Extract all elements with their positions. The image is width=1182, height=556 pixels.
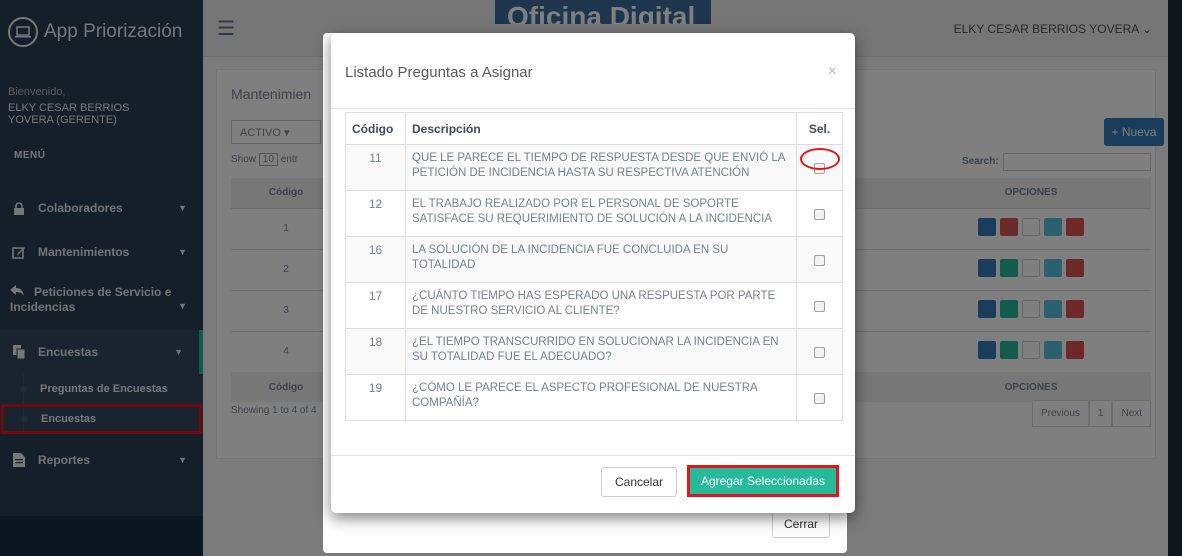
table-row: 12 EL TRABAJO REALIZADO POR EL PERSONAL … xyxy=(345,190,843,237)
table-row: 18 ¿EL TIEMPO TRANSCURRIDO EN SOLUCIONAR… xyxy=(345,328,843,375)
question-description: QUE LE PARECE EL TIEMPO DE RESPUESTA DES… xyxy=(405,144,797,191)
modal-footer: Cancelar Agregar Seleccionadas xyxy=(331,455,855,513)
select-checkbox[interactable] xyxy=(814,346,825,358)
add-selected-button[interactable]: Agregar Seleccionadas xyxy=(687,465,839,497)
question-code: 11 xyxy=(345,144,406,191)
select-checkbox[interactable] xyxy=(814,392,825,404)
question-description: ¿CUÁNTO TIEMPO HAS ESPERADO UNA RESPUEST… xyxy=(405,282,797,329)
column-header-description: Descripción xyxy=(405,112,797,145)
close-button[interactable]: Cerrar xyxy=(772,510,830,538)
table-row: 19 ¿CÓMO LE PARECE EL ASPECTO PROFESIONA… xyxy=(345,374,843,421)
question-description: LA SOLUCIÓN DE LA INCIDENCIA FUE CONCLUI… xyxy=(405,236,797,283)
cancel-button[interactable]: Cancelar xyxy=(601,467,677,497)
question-code: 17 xyxy=(345,282,406,329)
column-header-code: Código xyxy=(345,112,406,145)
table-row: 11 QUE LE PARECE EL TIEMPO DE RESPUESTA … xyxy=(345,144,843,191)
question-code: 16 xyxy=(345,236,406,283)
column-header-select: Sel. xyxy=(796,112,843,145)
modal-title: Listado Preguntas a Asignar xyxy=(345,64,533,81)
close-icon[interactable]: × xyxy=(828,63,837,81)
select-checkbox[interactable] xyxy=(814,254,825,266)
table-row: 17 ¿CUÁNTO TIEMPO HAS ESPERADO UNA RESPU… xyxy=(345,282,843,329)
question-code: 18 xyxy=(345,328,406,375)
questions-modal: Listado Preguntas a Asignar × Código Des… xyxy=(331,33,855,513)
questions-table: Código Descripción Sel. 11 QUE LE PARECE… xyxy=(345,112,843,421)
question-description: ¿CÓMO LE PARECE EL ASPECTO PROFESIONAL D… xyxy=(405,374,797,421)
table-row: 16 LA SOLUCIÓN DE LA INCIDENCIA FUE CONC… xyxy=(345,236,843,283)
modal-header: Listado Preguntas a Asignar × xyxy=(331,33,855,109)
select-checkbox[interactable] xyxy=(814,208,825,220)
question-code: 12 xyxy=(345,190,406,237)
select-checkbox[interactable] xyxy=(814,300,825,312)
question-description: ¿EL TIEMPO TRANSCURRIDO EN SOLUCIONAR LA… xyxy=(405,328,797,375)
question-description: EL TRABAJO REALIZADO POR EL PERSONAL DE … xyxy=(405,190,797,237)
highlight-annotation xyxy=(800,148,840,170)
question-code: 19 xyxy=(345,374,406,421)
